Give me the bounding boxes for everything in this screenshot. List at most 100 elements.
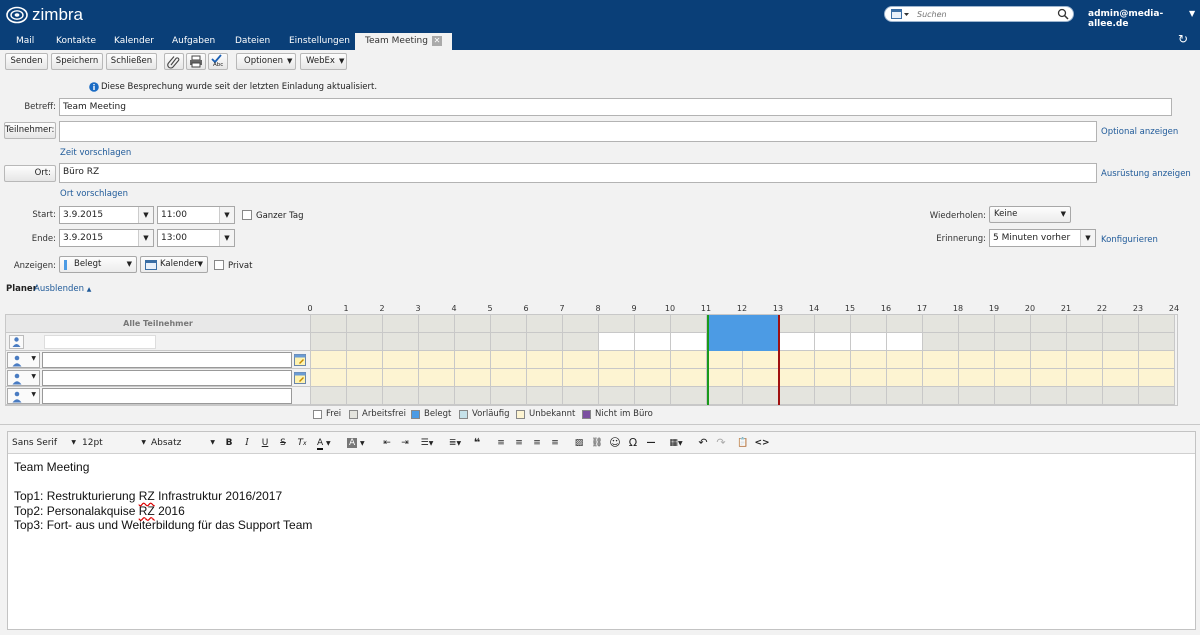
attendee-type-button[interactable]: ▼ bbox=[7, 352, 40, 368]
tab-mail[interactable]: Mail bbox=[10, 33, 40, 50]
calendar-select[interactable]: Kalender ▼ bbox=[140, 256, 208, 273]
tab-files[interactable]: Dateien bbox=[229, 33, 276, 50]
end-time-input[interactable]: 13:00 ▼ bbox=[157, 229, 235, 247]
bullet-list-icon[interactable]: ☰▼ bbox=[416, 435, 438, 451]
attendee-input[interactable] bbox=[42, 388, 292, 404]
zimbra-logo[interactable]: zimbra bbox=[6, 4, 83, 26]
refresh-icon[interactable]: ↻ bbox=[1178, 32, 1188, 46]
address-book-icon[interactable] bbox=[294, 354, 306, 366]
undo-icon[interactable]: ↶ bbox=[696, 435, 710, 451]
attendees-button[interactable]: Teilnehmer: bbox=[4, 122, 56, 139]
tab-contacts[interactable]: Kontakte bbox=[50, 33, 102, 50]
suggest-location-link[interactable]: Ort vorschlagen bbox=[60, 189, 128, 199]
text-color-icon[interactable]: A ▼ bbox=[317, 435, 343, 451]
attendee-slot bbox=[563, 387, 599, 405]
attendee-type-button[interactable]: ▼ bbox=[7, 388, 40, 404]
chevron-down-icon[interactable]: ▼ bbox=[1189, 9, 1195, 18]
align-right-icon[interactable]: ≡ bbox=[530, 435, 544, 451]
tab-calendar[interactable]: Kalender bbox=[108, 33, 160, 50]
organizer-type-button[interactable] bbox=[9, 335, 24, 349]
subject-input[interactable]: Team Meeting bbox=[59, 98, 1172, 116]
reminder-select[interactable]: 5 Minuten vorher ▼ bbox=[989, 229, 1096, 247]
align-justify-icon[interactable]: ≡ bbox=[548, 435, 562, 451]
repeat-select[interactable]: Keine ▼ bbox=[989, 206, 1071, 223]
image-icon[interactable]: ▨ bbox=[572, 435, 586, 451]
underline-icon[interactable]: U bbox=[258, 435, 272, 451]
outdent-icon[interactable]: ⇤ bbox=[380, 435, 394, 451]
end-marker[interactable] bbox=[778, 315, 780, 405]
tab-settings[interactable]: Einstellungen bbox=[283, 33, 356, 50]
special-char-icon[interactable]: Ω bbox=[626, 435, 640, 451]
numbered-list-icon[interactable]: ≣▼ bbox=[444, 435, 466, 451]
print-button[interactable] bbox=[186, 53, 206, 70]
attendee-slot bbox=[635, 351, 671, 369]
end-date-input[interactable]: 3.9.2015 ▼ bbox=[59, 229, 154, 247]
blockquote-icon[interactable]: ❝ bbox=[470, 435, 484, 451]
horizontal-line-icon[interactable]: — bbox=[644, 435, 658, 451]
chevron-down-icon[interactable]: ▼ bbox=[219, 207, 234, 223]
attendee-slot bbox=[995, 351, 1031, 369]
source-code-icon[interactable]: <> bbox=[754, 435, 770, 451]
start-time-input[interactable]: 11:00 ▼ bbox=[157, 206, 235, 224]
organizer-slot bbox=[1031, 333, 1067, 351]
font-family-select[interactable]: Sans Serif ▼ bbox=[12, 435, 78, 451]
attendee-input[interactable] bbox=[42, 352, 292, 368]
legend-swatch bbox=[411, 409, 420, 419]
align-center-icon[interactable]: ≡ bbox=[512, 435, 526, 451]
tab-team-meeting[interactable]: Team Meeting ✕ bbox=[355, 33, 452, 50]
paste-icon[interactable]: 📋 bbox=[736, 435, 750, 451]
chevron-down-icon[interactable]: ▼ bbox=[138, 207, 153, 223]
show-optional-link[interactable]: Optional anzeigen bbox=[1101, 127, 1178, 137]
organizer-slot bbox=[959, 333, 995, 351]
start-marker[interactable] bbox=[707, 315, 709, 405]
paragraph-format-select[interactable]: Absatz ▼ bbox=[151, 435, 215, 451]
save-button[interactable]: Speichern bbox=[51, 53, 103, 70]
attach-button[interactable] bbox=[164, 53, 184, 70]
tab-tasks[interactable]: Aufgaben bbox=[166, 33, 221, 50]
redo-icon[interactable]: ↷ bbox=[714, 435, 728, 451]
spellcheck-button[interactable]: Abc bbox=[208, 53, 228, 70]
webex-button[interactable]: WebEx ▼ bbox=[300, 53, 347, 70]
search-type-select[interactable] bbox=[891, 9, 911, 20]
meeting-block[interactable] bbox=[707, 315, 779, 351]
editor-content[interactable]: Team Meeting Top1: Restrukturierung RZ I… bbox=[14, 460, 312, 533]
private-checkbox[interactable] bbox=[214, 260, 224, 270]
italic-icon[interactable]: I bbox=[240, 435, 254, 451]
indent-icon[interactable]: ⇥ bbox=[398, 435, 412, 451]
attendee-input[interactable] bbox=[42, 370, 292, 386]
close-button[interactable]: Schließen bbox=[106, 53, 157, 70]
attendees-input[interactable] bbox=[59, 121, 1097, 142]
attendee-slot bbox=[707, 351, 743, 369]
search-icon[interactable] bbox=[1057, 8, 1069, 20]
send-button[interactable]: Senden bbox=[5, 53, 48, 70]
show-as-select[interactable]: Belegt ▼ bbox=[59, 256, 137, 273]
attendee-type-button[interactable]: ▼ bbox=[7, 370, 40, 386]
chevron-down-icon[interactable]: ▼ bbox=[1080, 230, 1095, 246]
allday-checkbox[interactable] bbox=[242, 210, 252, 220]
close-icon[interactable]: ✕ bbox=[431, 35, 442, 46]
align-left-icon[interactable]: ≡ bbox=[494, 435, 508, 451]
strikethrough-icon[interactable]: S bbox=[276, 435, 290, 451]
address-book-icon[interactable] bbox=[294, 372, 306, 384]
show-equipment-link[interactable]: Ausrüstung anzeigen bbox=[1101, 169, 1191, 179]
background-color-icon[interactable]: A ▼ bbox=[347, 435, 373, 451]
bold-icon[interactable]: B bbox=[222, 435, 236, 451]
configure-link[interactable]: Konfigurieren bbox=[1101, 235, 1158, 245]
user-menu[interactable]: admin@media-allee.de bbox=[1088, 9, 1200, 29]
splitter[interactable] bbox=[0, 424, 1200, 425]
search-input[interactable] bbox=[917, 8, 1057, 21]
location-button[interactable]: Ort: bbox=[4, 165, 56, 182]
location-input[interactable]: Büro RZ bbox=[59, 163, 1097, 183]
start-date-input[interactable]: 3.9.2015 ▼ bbox=[59, 206, 154, 224]
table-icon[interactable]: ▦▼ bbox=[664, 435, 688, 451]
emoticon-icon[interactable]: ☺ bbox=[608, 435, 622, 451]
clear-format-icon[interactable]: Tx bbox=[294, 435, 310, 451]
link-icon[interactable]: ⛓ bbox=[590, 435, 604, 451]
suggest-time-link[interactable]: Zeit vorschlagen bbox=[60, 148, 131, 158]
planner-hide-link[interactable]: Ausblenden ▲ bbox=[34, 284, 91, 294]
chevron-down-icon[interactable]: ▼ bbox=[138, 230, 153, 246]
options-button[interactable]: Optionen ▼ bbox=[236, 53, 296, 70]
body-editor[interactable]: Sans Serif ▼ 12pt ▼ Absatz ▼ B I U S Tx A ▼… bbox=[7, 431, 1196, 630]
chevron-down-icon[interactable]: ▼ bbox=[219, 230, 234, 246]
font-size-select[interactable]: 12pt ▼ bbox=[82, 435, 148, 451]
